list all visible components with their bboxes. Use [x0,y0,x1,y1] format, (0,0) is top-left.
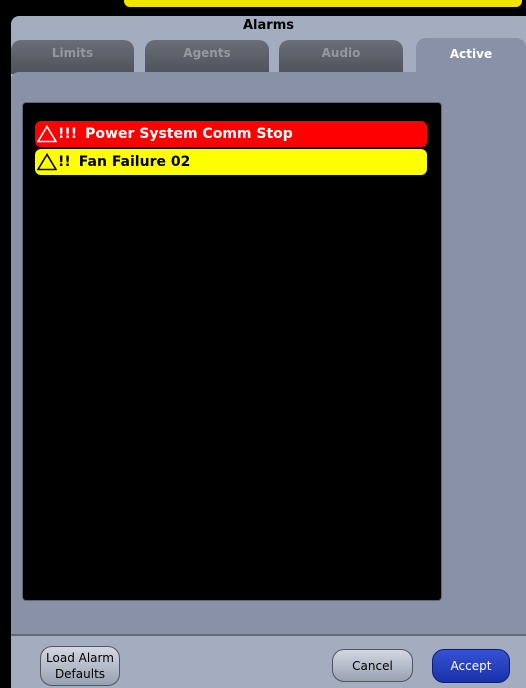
tab-audio[interactable]: Audio [279,40,403,74]
cancel-button[interactable]: Cancel [332,649,413,682]
alarm-banner-strip [124,0,522,7]
alarm-text: Power System Comm Stop [85,126,293,142]
tab-active[interactable]: Active [416,38,526,78]
active-alarms-panel: !!! Power System Comm Stop !! Fan Failur… [11,72,526,634]
warning-triangle-icon [37,125,57,143]
monitor-screen: Alarms Limits Agents Audio !!! Power Sys… [0,0,526,688]
alarm-priority: !! [58,154,71,170]
tab-limits[interactable]: Limits [11,40,134,74]
tab-agents[interactable]: Agents [145,40,269,74]
alarm-item-power-system-comm-stop[interactable]: !!! Power System Comm Stop [35,121,427,147]
alarms-dialog: Alarms Limits Agents Audio !!! Power Sys… [11,16,526,688]
active-alarm-list: !!! Power System Comm Stop !! Fan Failur… [22,102,442,601]
dialog-footer: Load Alarm Defaults Cancel Accept [11,634,526,688]
dialog-title: Alarms [243,18,294,33]
load-alarm-defaults-button[interactable]: Load Alarm Defaults [40,646,120,686]
alarm-item-fan-failure-02[interactable]: !! Fan Failure 02 [35,149,427,175]
accept-button[interactable]: Accept [432,649,510,683]
alarm-text: Fan Failure 02 [78,154,191,170]
warning-triangle-icon [37,153,57,171]
alarm-priority: !!! [58,126,78,142]
